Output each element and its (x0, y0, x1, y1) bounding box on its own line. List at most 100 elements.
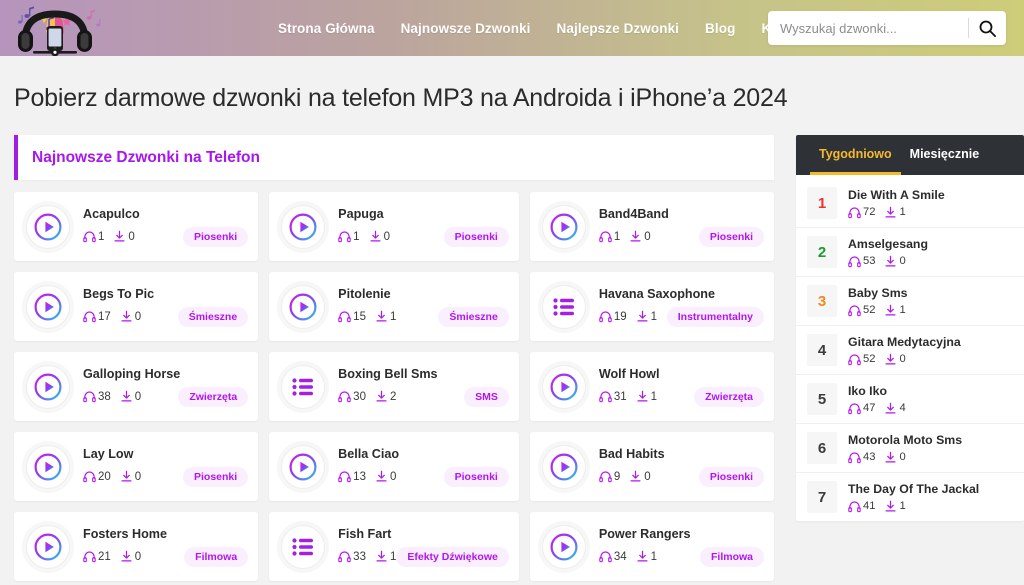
category-tag[interactable]: Efekty Dźwiękowe (396, 546, 509, 567)
ringtone-thumbnail[interactable] (26, 284, 70, 329)
tab-miesiecznie[interactable]: Miesięcznie (901, 135, 988, 175)
playlist-icon (292, 537, 314, 556)
play-count: 30 (338, 390, 366, 403)
ringtone-thumbnail[interactable] (541, 444, 586, 489)
ringtone-thumbnail[interactable] (281, 284, 326, 329)
rank-body: Die With A Smile 72 1 (848, 188, 1012, 219)
ranking-row[interactable]: 5 Iko Iko 47 4 (796, 375, 1024, 424)
ringtone-stats: 17 0 (83, 310, 141, 323)
ringtone-thumbnail[interactable] (281, 204, 326, 249)
nav-najnowsze-dzwonki[interactable]: Najnowsze Dzwonki (401, 21, 531, 36)
play-icon (289, 213, 317, 240)
category-tag[interactable]: Zwierzęta (178, 386, 249, 407)
category-tag[interactable]: SMS (464, 386, 509, 407)
category-tag[interactable]: Piosenki (182, 466, 249, 487)
page-title: Pobierz darmowe dzwonki na telefon MP3 n… (14, 84, 788, 112)
play-count-value: 1 (98, 230, 105, 243)
headphones-icon (83, 231, 96, 243)
category-tag[interactable]: Piosenki (182, 226, 249, 247)
download-icon (637, 550, 648, 562)
search-input[interactable] (768, 11, 968, 45)
ringtone-card[interactable]: Lay Low 20 0 Piosenki (14, 432, 259, 501)
ringtone-thumbnail[interactable] (26, 204, 70, 249)
site-logo[interactable] (0, 0, 110, 56)
category-tag[interactable]: Instrumentalny (666, 306, 764, 327)
ranking-row[interactable]: 2 Amselgesang 53 0 (796, 228, 1024, 277)
ringtone-title: Lay Low (83, 446, 134, 461)
ringtone-title: Pitolenie (338, 286, 391, 301)
ringtone-card[interactable]: Power Rangers 34 1 Filmowa (529, 512, 774, 581)
ringtone-title: Havana Saxophone (598, 286, 716, 301)
download-count: 4 (884, 402, 906, 415)
ringtone-card[interactable]: Bella Ciao 13 0 Piosenki (269, 432, 519, 501)
ringtone-card[interactable]: Band4Band 1 0 Piosenki (529, 192, 774, 261)
download-count: 1 (375, 550, 396, 563)
nav-strona-glowna[interactable]: Strona Główna (278, 21, 375, 36)
play-count: 1 (599, 230, 620, 243)
headphones-music-logo-icon (18, 6, 101, 56)
ringtone-thumbnail[interactable] (541, 364, 586, 409)
rank-title: Amselgesang (848, 236, 928, 251)
play-count: 15 (338, 310, 366, 323)
ringtone-title: Band4Band (598, 206, 669, 221)
ringtone-stats: 19 1 (599, 310, 657, 323)
ringtone-card[interactable]: Wolf Howl 31 1 Zwierzęta (529, 352, 774, 421)
headphones-icon (83, 311, 96, 323)
ringtone-thumbnail[interactable] (281, 444, 326, 489)
ringtone-thumbnail[interactable] (26, 364, 70, 409)
ranking-row[interactable]: 7 The Day Of The Jackal 41 1 (796, 473, 1024, 521)
tab-tygodniowo[interactable]: Tygodniowo (810, 135, 901, 175)
play-count-value: 47 (863, 402, 876, 414)
play-count: 52 (848, 304, 875, 317)
category-tag[interactable]: Piosenki (443, 226, 509, 247)
ringtone-thumbnail[interactable] (541, 284, 586, 329)
play-count-value: 53 (863, 255, 876, 267)
ringtone-card[interactable]: Papuga 1 0 Piosenki (269, 192, 519, 261)
category-tag[interactable]: Piosenki (443, 466, 509, 487)
category-tag[interactable]: Śmieszne (177, 306, 249, 327)
ringtone-title: Bella Ciao (338, 446, 400, 461)
category-tag[interactable]: Piosenki (698, 226, 764, 247)
play-count: 21 (83, 550, 111, 563)
ringtone-card[interactable]: Acapulco 1 0 Piosenki (14, 192, 259, 261)
download-icon (885, 402, 896, 414)
nav-blog[interactable]: Blog (705, 21, 735, 36)
ranking-row[interactable]: 6 Motorola Moto Sms 43 0 (796, 424, 1024, 473)
ringtone-stats: 33 1 (338, 550, 396, 563)
ranking-row[interactable]: 3 Baby Sms 52 1 (796, 277, 1024, 326)
download-count-value: 0 (134, 470, 142, 483)
category-tag[interactable]: Zwierzęta (694, 386, 764, 407)
ringtone-body: Pitolenie 15 1 Śmieszne (338, 287, 509, 327)
ringtone-thumbnail[interactable] (281, 364, 326, 409)
category-tag[interactable]: Śmieszne (438, 306, 509, 327)
ringtone-meta: 9 0 Piosenki (599, 466, 764, 487)
ringtone-card[interactable]: Fosters Home 21 0 Filmowa (14, 512, 259, 581)
download-count: 0 (113, 230, 135, 243)
download-icon (376, 390, 387, 402)
ringtone-card[interactable]: Havana Saxophone 19 1 Instrumentalny (529, 272, 774, 341)
ringtone-card[interactable]: Begs To Pic 17 0 Śmieszne (14, 272, 259, 341)
ringtone-card[interactable]: Galloping Horse 38 0 Zwierzęta (14, 352, 259, 421)
ringtone-card[interactable]: Boxing Bell Sms 30 2 SMS (269, 352, 519, 421)
ringtone-thumbnail[interactable] (281, 524, 326, 569)
ringtone-card[interactable]: Pitolenie 15 1 Śmieszne (269, 272, 519, 341)
play-icon (550, 373, 578, 400)
ringtone-thumbnail[interactable] (541, 204, 586, 249)
headphones-icon (599, 391, 612, 403)
category-tag[interactable]: Filmowa (699, 546, 764, 567)
search-button[interactable] (969, 11, 1006, 45)
download-count: 1 (636, 390, 657, 403)
ringtone-thumbnail[interactable] (26, 524, 70, 569)
rank-stats: 47 4 (848, 402, 1012, 415)
download-count-value: 0 (644, 230, 651, 243)
ranking-row[interactable]: 1 Die With A Smile 72 1 (796, 179, 1024, 228)
ringtone-body: Begs To Pic 17 0 Śmieszne (83, 287, 249, 327)
nav-najlepsze-dzwonki[interactable]: Najlepsze Dzwonki (557, 21, 679, 36)
category-tag[interactable]: Piosenki (698, 466, 764, 487)
ringtone-thumbnail[interactable] (26, 444, 70, 489)
ringtone-thumbnail[interactable] (541, 524, 586, 569)
ranking-row[interactable]: 4 Gitara Medytacyjna 52 0 (796, 326, 1024, 375)
ringtone-card[interactable]: Fish Fart 33 1 Efekty Dźwiękowe (269, 512, 519, 581)
ringtone-card[interactable]: Bad Habits 9 0 Piosenki (529, 432, 774, 501)
category-tag[interactable]: Filmowa (184, 546, 249, 567)
